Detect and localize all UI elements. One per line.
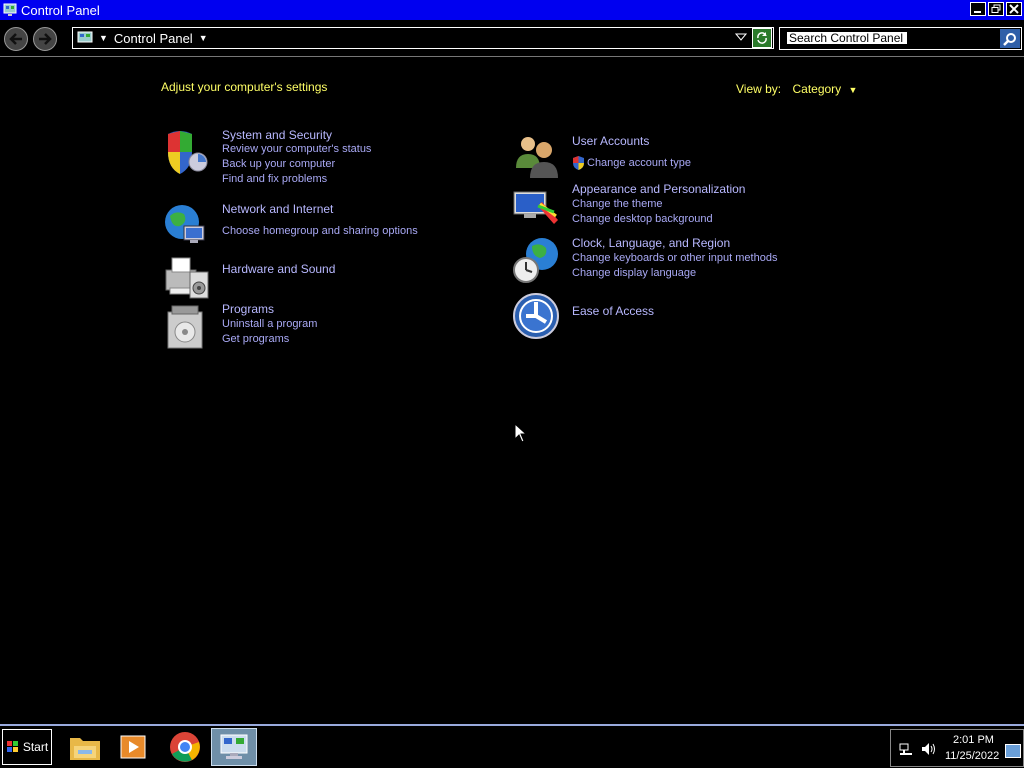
view-by-value[interactable]: Category [792, 82, 841, 96]
user-accounts-icon [516, 137, 558, 178]
forward-button[interactable] [33, 27, 57, 51]
clock-date[interactable]: 11/25/2022 [945, 750, 999, 762]
page-heading: Adjust your computer's settings [161, 80, 328, 94]
category-title[interactable]: Network and Internet [222, 202, 333, 216]
close-icon [1009, 4, 1019, 14]
category-network-and-internet: Network and Internet Choose homegroup an… [162, 202, 462, 246]
media-player-icon [120, 735, 146, 759]
category-link[interactable]: Review your computer's status [222, 143, 371, 155]
minimize-button[interactable] [970, 2, 986, 16]
taskbar: Start 2:01 PM 11/25/2022 [0, 724, 1024, 768]
refresh-icon [757, 32, 767, 44]
category-title[interactable]: User Accounts [572, 134, 649, 148]
search-input[interactable] [786, 31, 908, 45]
network-status-icon[interactable] [899, 742, 913, 756]
category-link[interactable]: Uninstall a program [222, 318, 317, 330]
security-shield-icon [168, 131, 208, 174]
category-ease-of-access: Ease of Access [512, 292, 832, 340]
close-button[interactable] [1006, 2, 1022, 16]
window-title: Control Panel [21, 2, 100, 18]
category-link[interactable]: Back up your computer [222, 158, 335, 170]
appearance-monitor-icon [513, 191, 558, 224]
chrome-icon [170, 732, 200, 762]
control-panel-icon [3, 3, 17, 16]
windows-logo-icon [6, 741, 18, 752]
category-title[interactable]: Programs [222, 302, 274, 316]
clock-time[interactable]: 2:01 PM [953, 734, 994, 746]
breadcrumb-control-panel[interactable]: Control Panel [114, 31, 193, 46]
address-bar[interactable]: ▼ Control Panel ▼ [72, 27, 774, 49]
category-link[interactable]: Change account type [587, 157, 691, 169]
category-link[interactable]: Find and fix problems [222, 173, 327, 185]
category-system-and-security: System and Security Review your computer… [162, 128, 462, 188]
search-button[interactable] [1000, 29, 1020, 48]
category-clock-language-region: Clock, Language, and Region Change keybo… [512, 236, 832, 286]
taskbar-chrome[interactable] [162, 728, 208, 766]
file-explorer-icon [70, 738, 100, 760]
address-history-dropdown-icon[interactable] [735, 32, 747, 42]
category-appearance-and-personalization: Appearance and Personalization Change th… [512, 182, 832, 230]
category-title[interactable]: System and Security [222, 128, 332, 142]
breadcrumb-chevron-icon[interactable]: ▼ [99, 33, 108, 43]
minimize-icon [974, 11, 981, 13]
taskbar-media-player[interactable] [110, 728, 156, 766]
printer-icon [165, 257, 209, 299]
category-link[interactable]: Change desktop background [572, 213, 713, 225]
category-user-accounts: User Accounts Change account type [512, 132, 832, 180]
category-link[interactable]: Get programs [222, 333, 289, 345]
search-icon [1003, 32, 1016, 46]
address-toolbar: ▼ Control Panel ▼ [0, 22, 1024, 57]
taskbar-file-explorer[interactable] [62, 728, 108, 766]
category-link[interactable]: Change display language [572, 267, 696, 279]
category-link[interactable]: Change keyboards or other input methods [572, 252, 777, 264]
category-link[interactable]: Change the theme [572, 198, 663, 210]
restore-button[interactable] [988, 2, 1004, 16]
restore-icon [991, 4, 1001, 13]
chevron-down-icon[interactable]: ▼ [849, 85, 858, 95]
taskbar-control-panel[interactable] [211, 728, 257, 766]
category-link[interactable]: Choose homegroup and sharing options [222, 225, 418, 237]
title-bar: Control Panel [0, 0, 1024, 20]
category-title[interactable]: Clock, Language, and Region [572, 236, 730, 250]
category-title[interactable]: Hardware and Sound [222, 262, 335, 276]
category-title[interactable]: Appearance and Personalization [572, 182, 745, 196]
volume-icon[interactable] [921, 742, 937, 756]
view-by-label: View by: [736, 82, 782, 96]
category-hardware-and-sound: Hardware and Sound [162, 252, 462, 300]
control-panel-icon [220, 734, 248, 759]
ease-of-access-icon [513, 293, 559, 339]
breadcrumb-dropdown-icon[interactable]: ▼ [199, 33, 208, 43]
search-box[interactable] [779, 27, 1022, 50]
back-arrow-icon [9, 33, 22, 45]
category-title[interactable]: Ease of Access [572, 304, 654, 318]
system-tray: 2:01 PM 11/25/2022 [890, 729, 1024, 767]
refresh-button[interactable] [752, 28, 772, 48]
programs-icon [167, 305, 203, 349]
start-label: Start [22, 740, 49, 754]
back-button[interactable] [4, 27, 28, 51]
category-programs: Programs Uninstall a program Get program… [162, 302, 462, 352]
network-globe-icon [165, 205, 205, 243]
forward-arrow-icon [39, 33, 52, 45]
mouse-cursor-icon [514, 423, 528, 443]
start-button[interactable]: Start [2, 729, 52, 765]
control-panel-icon [77, 31, 93, 43]
clock-globe-icon [513, 238, 558, 283]
uac-shield-icon [573, 156, 584, 170]
show-desktop-button[interactable] [1005, 744, 1021, 758]
view-by-selector[interactable]: View by: Category ▼ [736, 82, 857, 96]
